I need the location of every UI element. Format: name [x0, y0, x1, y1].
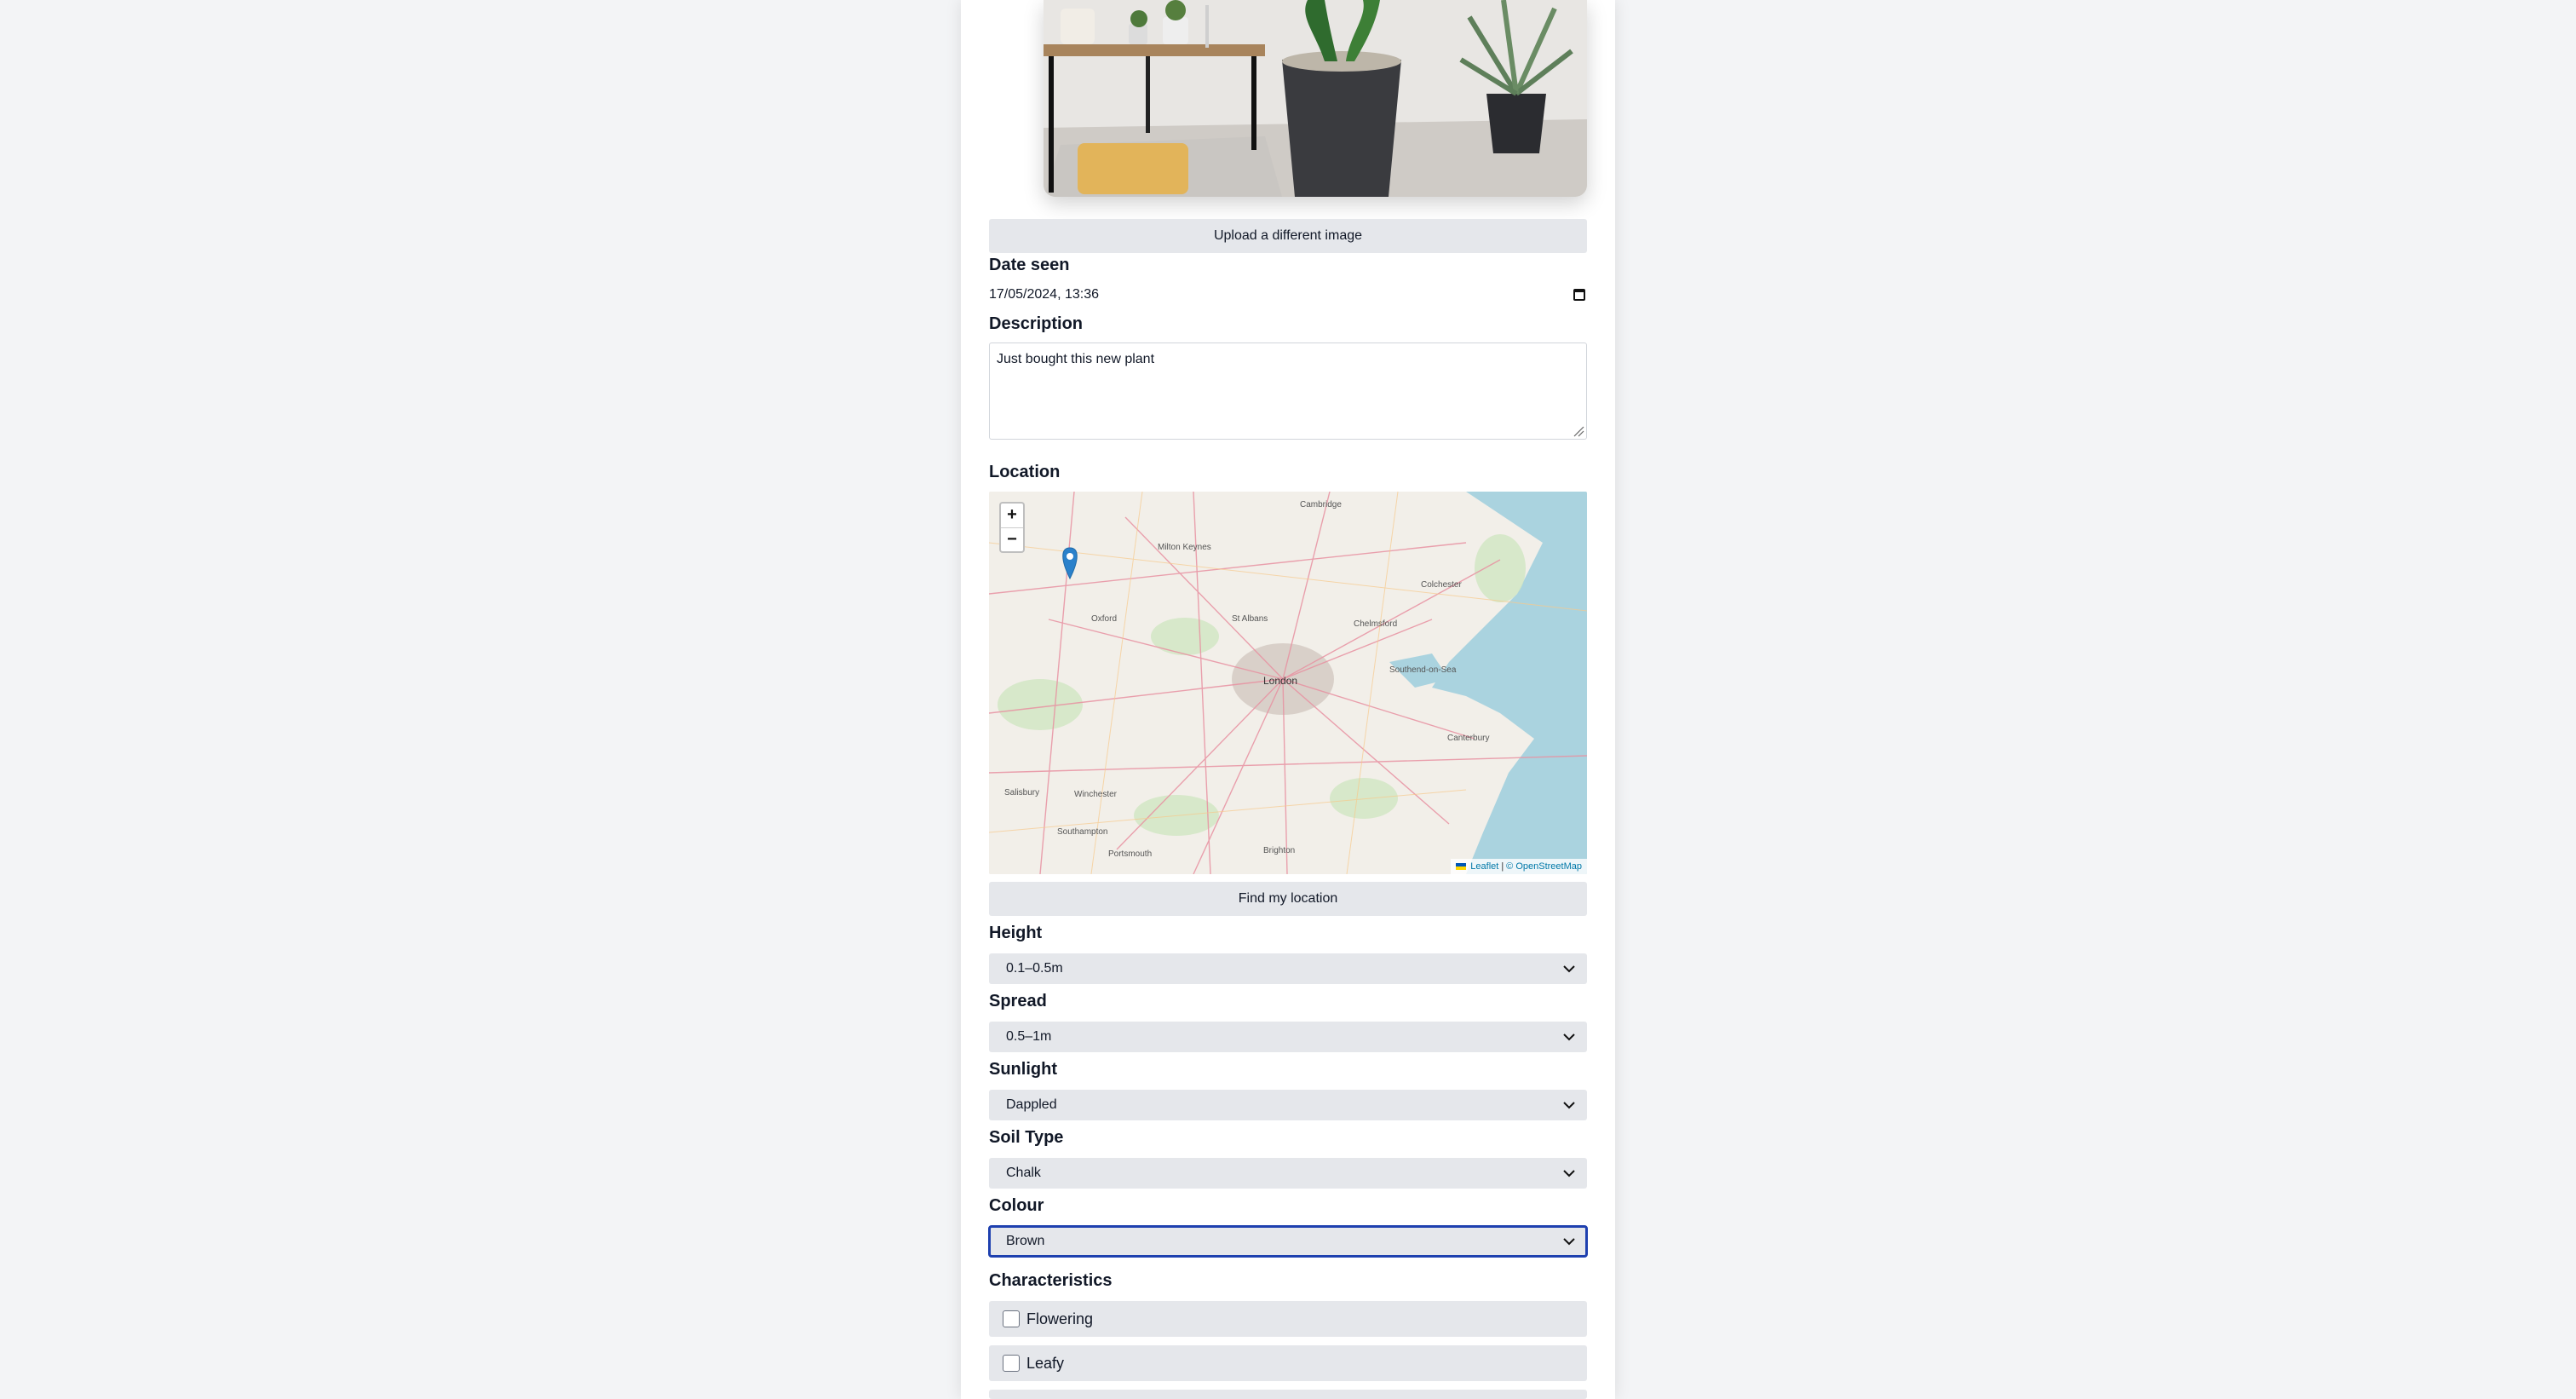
map-label-salisbury: Salisbury: [1004, 788, 1039, 797]
description-textarea[interactable]: Just bought this new plant: [989, 343, 1587, 440]
map-label-southampton: Southampton: [1057, 827, 1108, 837]
colour-select[interactable]: Brown: [988, 1225, 1588, 1258]
height-label: Height: [989, 924, 1043, 942]
map-label-oxford: Oxford: [1091, 614, 1117, 624]
colour-label: Colour: [989, 1196, 1044, 1215]
height-select[interactable]: 0.1–0.5m: [989, 953, 1587, 984]
map-label-chelmsford: Chelmsford: [1354, 619, 1397, 629]
sunlight-value: Dappled: [1006, 1097, 1057, 1112]
map-label-brighton: Brighton: [1263, 846, 1295, 855]
attribution-separator: |: [1501, 861, 1504, 872]
soil-type-select[interactable]: Chalk: [989, 1158, 1587, 1189]
chevron-down-icon: [1563, 1033, 1575, 1041]
map-label-southend: Southend-on-Sea: [1389, 665, 1457, 675]
characteristic-flowering[interactable]: Flowering: [989, 1301, 1587, 1337]
chevron-down-icon: [1563, 1238, 1575, 1246]
map-zoom-control: + −: [999, 502, 1025, 553]
map-label-colchester: Colchester: [1421, 580, 1462, 590]
map-label-cambridge: Cambridge: [1300, 500, 1342, 510]
plant-photo: [1044, 0, 1587, 197]
sunlight-label: Sunlight: [989, 1060, 1057, 1079]
map-label-london: London: [1263, 675, 1297, 687]
map-attribution: Leaflet | © OpenStreetMap: [1451, 859, 1587, 874]
soil-type-value: Chalk: [1006, 1166, 1041, 1180]
zoom-out-button[interactable]: −: [1001, 528, 1023, 552]
location-label: Location: [989, 463, 1061, 481]
map-tiles: Cambridge Milton Keynes Colchester Oxfor…: [989, 492, 1587, 874]
height-value: 0.1–0.5m: [1006, 961, 1063, 976]
upload-different-image-button[interactable]: Upload a different image: [989, 219, 1587, 253]
chevron-down-icon: [1563, 1102, 1575, 1109]
map-label-winchester: Winchester: [1074, 790, 1118, 799]
plant-photo-illustration: [1044, 0, 1587, 197]
map-label-st-albans: St Albans: [1232, 614, 1268, 624]
leaflet-link[interactable]: Leaflet: [1470, 861, 1498, 872]
find-my-location-button[interactable]: Find my location: [989, 882, 1587, 916]
soil-type-label: Soil Type: [989, 1128, 1064, 1147]
description-label: Description: [989, 314, 1084, 333]
map-label-portsmouth: Portsmouth: [1108, 849, 1152, 859]
flowering-label: Flowering: [1026, 1310, 1094, 1327]
flowering-checkbox[interactable]: [1003, 1310, 1020, 1327]
characteristic-leafy[interactable]: Leafy: [989, 1345, 1587, 1381]
flag-icon: [1456, 863, 1467, 870]
characteristic-next[interactable]: [989, 1390, 1587, 1399]
date-seen-label: Date seen: [989, 256, 1070, 274]
calendar-icon[interactable]: [1573, 289, 1585, 301]
location-map[interactable]: Cambridge Milton Keynes Colchester Oxfor…: [989, 492, 1587, 874]
resize-grip-icon[interactable]: [1573, 425, 1584, 437]
chevron-down-icon: [1563, 1170, 1575, 1177]
openstreetmap-link[interactable]: © OpenStreetMap: [1506, 861, 1582, 872]
zoom-in-button[interactable]: +: [1001, 504, 1023, 528]
leafy-checkbox[interactable]: [1003, 1355, 1020, 1372]
map-label-canterbury: Canterbury: [1447, 734, 1489, 743]
date-seen-input[interactable]: 17/05/2024, 13:36: [989, 285, 1587, 305]
map-label-milton-keynes: Milton Keynes: [1158, 543, 1211, 552]
spread-label: Spread: [989, 992, 1047, 1010]
spread-value: 0.5–1m: [1006, 1029, 1052, 1044]
chevron-down-icon: [1563, 965, 1575, 973]
description-value: Just bought this new plant: [997, 352, 1155, 366]
spread-select[interactable]: 0.5–1m: [989, 1022, 1587, 1052]
sunlight-select[interactable]: Dappled: [989, 1090, 1587, 1120]
form-card: Upload a different image Date seen 17/05…: [961, 0, 1615, 1399]
colour-value: Brown: [1006, 1234, 1045, 1248]
date-seen-value: 17/05/2024, 13:36: [989, 287, 1100, 302]
leafy-label: Leafy: [1026, 1354, 1065, 1372]
characteristics-label: Characteristics: [989, 1271, 1113, 1290]
